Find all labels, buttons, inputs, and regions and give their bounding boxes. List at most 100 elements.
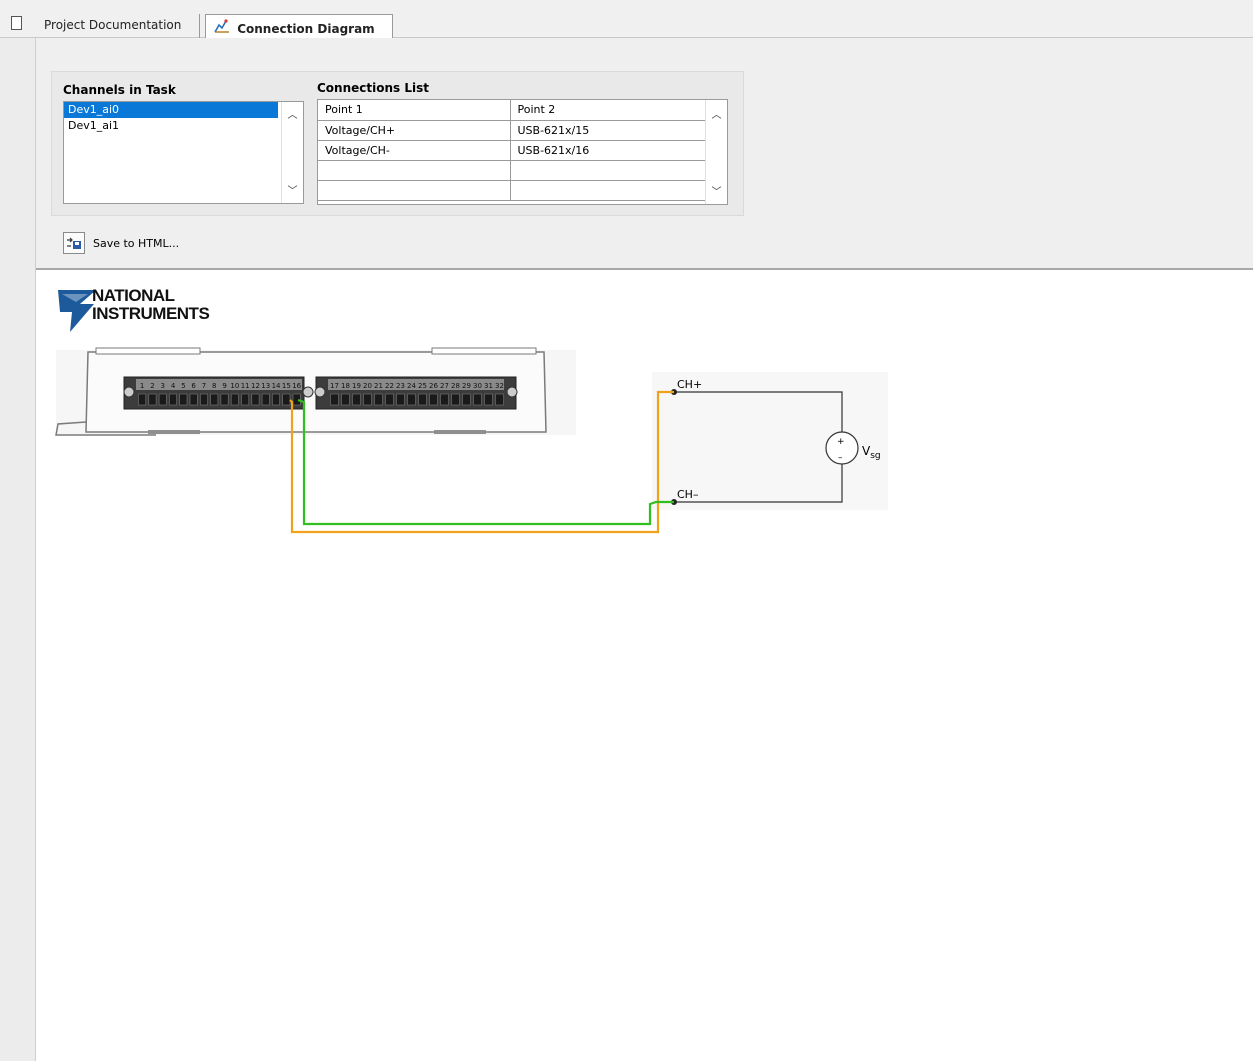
column-header-point1[interactable]: Point 1 [318,100,511,121]
terminal-socket [429,393,438,406]
terminal-socket [374,393,383,406]
terminal-number: 6 [191,382,196,390]
channels-in-task-label: Channels in Task [63,83,176,97]
terminal-number: 19 [352,382,361,390]
table-cell: Voltage/CH+ [318,120,511,141]
channel-item[interactable]: Dev1_ai0 [64,102,278,118]
scroll-up-icon[interactable]: ︿ [282,106,303,121]
terminal-number: 30 [473,382,482,390]
terminal-number: 14 [272,382,281,390]
terminal-number: 28 [451,382,460,390]
terminal-number: 25 [418,382,427,390]
tab-project-documentation[interactable]: Project Documentation [36,14,200,38]
terminal-socket [210,393,219,406]
terminal-number: 26 [429,382,438,390]
configuration-panel: Channels in Task Dev1_ai0 Dev1_ai1 ︿ ﹀ C… [36,38,1253,270]
terminal-number: 24 [407,382,416,390]
terminal-number: 22 [385,382,394,390]
terminal-socket [462,393,471,406]
terminal-socket [282,393,291,406]
left-margin-strip [0,38,36,1061]
terminal-socket [220,393,229,406]
terminal-socket [179,393,188,406]
connection-diagram-canvas: NATIONAL INSTRUMENTS 1 2 3 4 5 6 7 8 9 10 11 12 13 14… [36,272,1253,1061]
channels-scrollbar[interactable]: ︿ ﹀ [281,102,303,203]
source-plus-sign: + [837,437,845,447]
table-cell: USB-621x/16 [510,140,705,161]
terminal-socket [363,393,372,406]
connections-scrollbar[interactable]: ︿ ﹀ [705,100,727,204]
terminal-socket [138,393,147,406]
terminal-socket [440,393,449,406]
terminal-socket [473,393,482,406]
ch-minus-label: CH– [677,488,698,501]
terminal-socket [230,393,239,406]
terminal-number: 29 [462,382,471,390]
scroll-up-icon[interactable]: ︿ [706,106,727,121]
terminal-number: 9 [222,382,226,390]
terminal-socket [484,393,493,406]
terminal-number: 1 [140,382,144,390]
terminal-socket [385,393,394,406]
terminal-number: 3 [161,382,165,390]
document-icon [11,16,22,30]
table-row[interactable] [318,180,705,201]
terminal-socket [189,393,198,406]
ch-plus-label: CH+ [677,378,702,391]
terminal-socket [272,393,280,406]
terminal-number: 31 [484,382,493,390]
terminal-number: 4 [171,382,176,390]
source-minus-sign: – [838,453,843,463]
terminal-number: 21 [374,382,383,390]
save-html-icon [63,232,85,254]
terminal-socket [451,393,460,406]
terminal-socket [261,393,270,406]
connections-table[interactable]: Point 1 Point 2 Voltage/CH+ USB-621x/15 … [317,99,728,205]
terminal-number: 12 [251,382,260,390]
usb-621x-device: 1 2 3 4 5 6 7 8 9 10 11 12 13 14 15 16 17 18 19 20 21 22 23 24… [55,347,576,436]
terminal-socket [169,393,177,406]
save-button-label: Save to HTML... [93,236,180,250]
terminal-socket [251,393,260,406]
terminal-number: 23 [396,382,405,390]
terminal-number: 18 [341,382,350,390]
table-cell: USB-621x/15 [510,120,705,141]
save-to-html-button[interactable]: Save to HTML... [63,231,223,255]
table-row[interactable]: Voltage/CH+ USB-621x/15 [318,120,705,141]
terminal-number: 16 [292,382,301,390]
channel-item[interactable]: Dev1_ai1 [64,118,278,134]
connections-list-label: Connections List [317,81,429,95]
terminal-number: 7 [202,382,206,390]
wiring-diagram: 1 2 3 4 5 6 7 8 9 10 11 12 13 14 15 16 17 18 19 20 21 22 23 24… [55,347,888,534]
terminal-number: 32 [495,382,504,390]
terminal-socket [241,393,250,406]
terminal-number: 5 [181,382,185,390]
scroll-down-icon[interactable]: ﹀ [282,182,303,197]
terminal-socket [330,393,339,406]
terminal-number: 11 [241,382,250,390]
table-cell: Voltage/CH- [318,140,511,161]
terminal-number: 20 [363,382,372,390]
terminal-number: 15 [282,382,291,390]
tab-strip: Project Documentation Connection Diagram [0,0,1253,39]
table-row[interactable] [318,160,705,181]
table-cell [318,160,511,181]
terminal-socket [341,393,350,406]
table-cell [510,160,705,181]
terminal-socket [158,393,167,406]
terminal-socket [148,393,157,406]
tab-label: Project Documentation [44,18,182,32]
terminal-socket [418,393,427,406]
terminal-number: 2 [150,382,154,390]
tab-connection-diagram[interactable]: Connection Diagram [205,14,393,39]
table-cell [318,180,511,201]
terminal-number: 10 [230,382,239,390]
terminal-socket [495,393,504,406]
terminal-socket [407,393,416,406]
column-header-point2[interactable]: Point 2 [510,100,705,121]
scroll-down-icon[interactable]: ﹀ [706,183,727,198]
table-row[interactable]: Voltage/CH- USB-621x/16 [318,140,705,161]
terminal-socket [200,393,208,406]
connection-diagram-icon [214,19,230,36]
channels-listbox[interactable]: Dev1_ai0 Dev1_ai1 ︿ ﹀ [63,101,304,204]
